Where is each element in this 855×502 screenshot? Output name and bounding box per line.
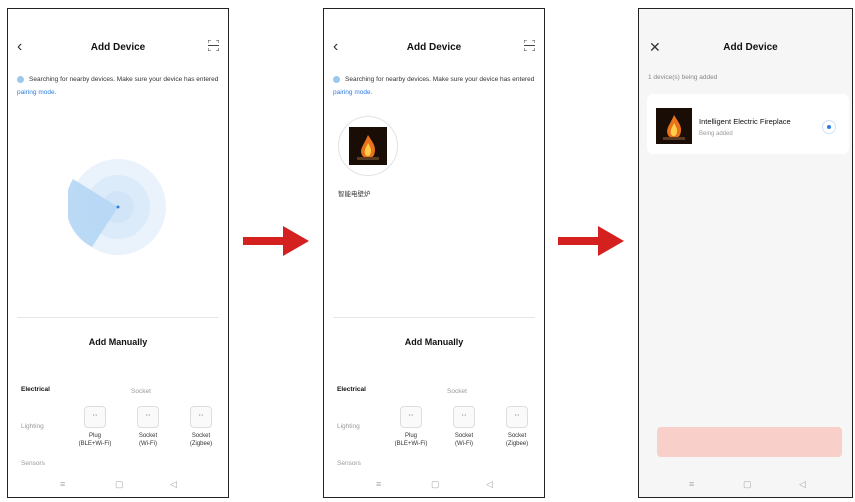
- device-socket-wifi[interactable]: Socket(Wi-Fi): [439, 406, 489, 448]
- header: ‹ Add Device: [8, 37, 228, 57]
- device-socket-zigbee[interactable]: Socket(Zigbee): [492, 406, 542, 448]
- category-lighting[interactable]: Lighting: [21, 423, 44, 430]
- search-hint: Searching for nearby devices. Make sure …: [333, 75, 535, 96]
- category-electrical[interactable]: Electrical: [337, 386, 366, 393]
- done-button[interactable]: [657, 427, 842, 457]
- page-title: Add Device: [90, 42, 146, 53]
- category-lighting[interactable]: Lighting: [337, 423, 360, 430]
- back-nav-icon[interactable]: ◁: [799, 479, 806, 490]
- menu-icon[interactable]: ≡: [376, 479, 381, 489]
- device-name: Intelligent Electric Fireplace: [699, 117, 791, 126]
- system-nav-bar: ≡ ▢ ◁: [639, 475, 852, 497]
- close-icon[interactable]: ✕: [649, 39, 661, 56]
- back-nav-icon[interactable]: ◁: [170, 479, 177, 490]
- header: ‹ Add Device: [324, 37, 544, 57]
- system-nav-bar: ≡ ▢ ◁: [8, 475, 228, 497]
- category-sensors[interactable]: Sensors: [337, 460, 361, 467]
- found-device-name: 智能电壁炉: [338, 191, 371, 198]
- socket-icon: [137, 406, 159, 428]
- menu-icon[interactable]: ≡: [689, 479, 694, 489]
- home-icon[interactable]: ▢: [743, 479, 752, 490]
- plug-icon: [400, 406, 422, 428]
- arrow-right-icon: [558, 226, 624, 256]
- phone-screen-found: ‹ Add Device Searching for nearby device…: [323, 8, 545, 498]
- page-title: Add Device: [723, 42, 778, 53]
- scan-icon[interactable]: [208, 40, 219, 51]
- device-socket-wifi[interactable]: Socket(Wi-Fi): [123, 406, 173, 448]
- system-nav-bar: ≡ ▢ ◁: [324, 475, 544, 497]
- arrow-right-icon: [243, 226, 309, 256]
- add-manually-heading: Add Manually: [88, 337, 148, 347]
- device-status: Being added: [699, 131, 733, 137]
- pairing-mode-link[interactable]: pairing mode.: [17, 89, 56, 96]
- home-icon[interactable]: ▢: [431, 479, 440, 490]
- subcategory-label: Socket: [131, 388, 151, 395]
- fireplace-image: [349, 127, 387, 165]
- home-icon[interactable]: ▢: [115, 479, 124, 490]
- device-socket-zigbee[interactable]: Socket(Zigbee): [176, 406, 226, 448]
- searching-icon: [333, 75, 340, 83]
- scan-icon[interactable]: [524, 40, 535, 51]
- socket-icon: [506, 406, 528, 428]
- add-manually-heading: Add Manually: [404, 337, 464, 347]
- found-device-tile[interactable]: [338, 116, 398, 176]
- adding-device-card: Intelligent Electric Fireplace Being add…: [647, 94, 849, 154]
- plug-icon: [84, 406, 106, 428]
- device-plug-ble-wifi[interactable]: Plug(BLE+Wi-Fi): [70, 406, 120, 448]
- loading-spinner-icon: [822, 120, 836, 134]
- radar-animation: [68, 159, 166, 255]
- divider: [17, 317, 219, 318]
- divider: [333, 317, 535, 318]
- phone-screen-searching: ‹ Add Device Searching for nearby device…: [7, 8, 229, 498]
- category-electrical[interactable]: Electrical: [21, 386, 50, 393]
- page-title: Add Device: [406, 42, 462, 53]
- searching-icon: [17, 75, 24, 83]
- socket-icon: [190, 406, 212, 428]
- menu-icon[interactable]: ≡: [60, 479, 65, 489]
- category-sensors[interactable]: Sensors: [21, 460, 45, 467]
- fireplace-image: [656, 108, 692, 144]
- socket-icon: [453, 406, 475, 428]
- device-plug-ble-wifi[interactable]: Plug(BLE+Wi-Fi): [386, 406, 436, 448]
- search-hint: Searching for nearby devices. Make sure …: [17, 75, 219, 96]
- pairing-mode-link[interactable]: pairing mode.: [333, 89, 372, 96]
- phone-screen-adding: ✕ Add Device 1 device(s) being added Int…: [638, 8, 853, 498]
- back-nav-icon[interactable]: ◁: [486, 479, 493, 490]
- subcategory-label: Socket: [447, 388, 467, 395]
- adding-count: 1 device(s) being added: [648, 74, 718, 81]
